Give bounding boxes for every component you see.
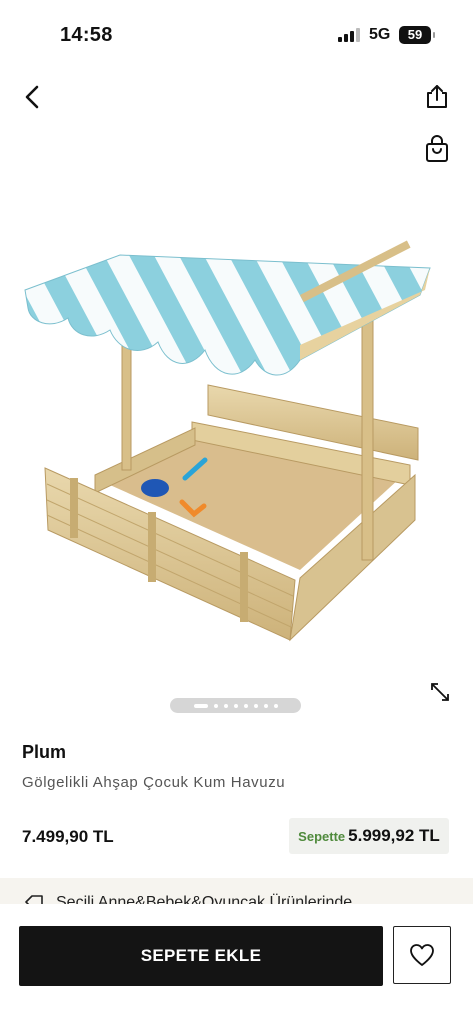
status-bar: 14:58 5G 59 [0,0,473,72]
product-price: 7.499,90 TL [22,827,114,846]
carousel-dot[interactable] [213,703,218,708]
carousel-dot[interactable] [223,703,228,708]
wishlist-button[interactable] [393,926,451,984]
chevron-left-icon [25,85,39,109]
bottom-action-bar: SEPETE EKLE [0,904,473,1024]
carousel-dot[interactable] [243,703,248,708]
cart-price-value: 5.999,92 TL [348,826,440,845]
status-time: 14:58 [60,24,113,46]
carousel-indicator[interactable] [170,698,301,713]
product-image[interactable] [0,200,473,670]
signal-icon [338,28,360,42]
carousel-dot[interactable] [263,703,268,708]
back-button[interactable] [18,82,48,112]
fullscreen-button[interactable] [428,680,452,704]
carousel-dot[interactable] [253,703,258,708]
share-button[interactable] [424,84,450,110]
brand-name[interactable]: Plum [22,742,66,763]
cart-price-badge: Sepette 5.999,92 TL [289,818,449,854]
carousel-dot[interactable] [233,703,238,708]
share-icon [427,85,447,108]
cart-price-label: Sepette [298,828,346,844]
battery-icon: 59 [399,26,435,44]
promo-banner[interactable]: Seçili Anne&Bebek&Oyuncak Ürünlerinde [0,878,473,904]
cart-button[interactable] [424,135,450,163]
promo-text: Seçili Anne&Bebek&Oyuncak Ürünlerinde [56,894,353,904]
tag-icon [25,895,43,904]
expand-icon [431,683,449,701]
carousel-dot[interactable] [273,703,278,708]
product-title: Gölgelikli Ahşap Çocuk Kum Havuzu [22,774,286,791]
sandbox-illustration [24,240,431,642]
network-label: 5G [369,26,391,43]
carousel-dot[interactable] [193,703,208,708]
shopping-bag-icon [426,135,448,162]
heart-icon [410,944,434,966]
add-to-cart-button[interactable]: SEPETE EKLE [19,926,383,986]
